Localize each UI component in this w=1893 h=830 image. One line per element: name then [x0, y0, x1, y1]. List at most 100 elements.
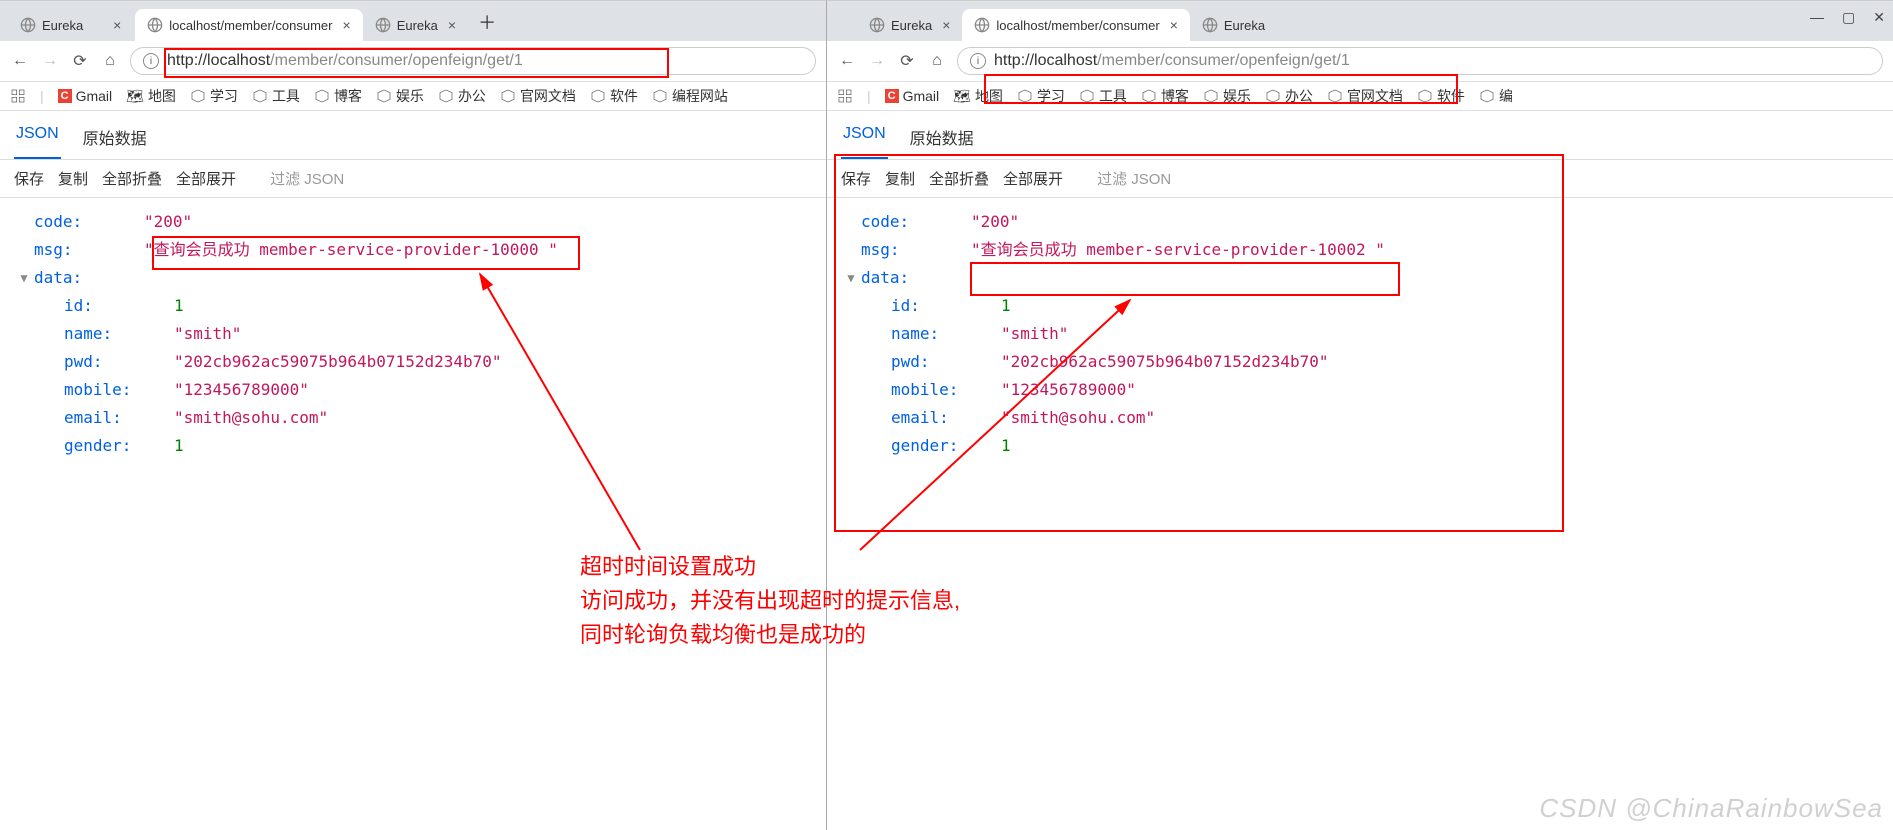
val-gender: 1	[1001, 432, 1011, 460]
toggle-icon[interactable]: ▼	[841, 264, 861, 292]
tab-eureka-2[interactable]: Eureka ×	[363, 9, 468, 41]
bm-tool[interactable]: 工具	[1079, 86, 1127, 106]
btn-collapse[interactable]: 全部折叠	[929, 168, 989, 189]
json-tab-raw[interactable]: 原始数据	[81, 119, 149, 159]
browser-left: Eureka × localhost/member/consumer × Eur…	[0, 0, 826, 830]
home-button[interactable]: ⌂	[927, 51, 947, 71]
toggle-icon[interactable]: ▼	[14, 264, 34, 292]
bm-map[interactable]: 🗺地图	[953, 86, 1003, 106]
home-button[interactable]: ⌂	[100, 51, 120, 71]
filter-input[interactable]: 过滤 JSON	[1097, 168, 1171, 189]
val-msg: "查询会员成功 member-service-provider-10002 "	[971, 236, 1385, 264]
btn-copy[interactable]: 复制	[58, 168, 88, 189]
key-pwd: pwd:	[64, 348, 174, 376]
globe-icon	[375, 17, 391, 33]
bm-gmail[interactable]: CGmail	[58, 88, 113, 104]
maximize-icon[interactable]: ▢	[1842, 9, 1855, 26]
bm-tool[interactable]: 工具	[252, 86, 300, 106]
close-icon[interactable]: ×	[942, 17, 950, 33]
info-icon[interactable]: i	[143, 53, 159, 69]
json-tab-raw[interactable]: 原始数据	[908, 119, 976, 159]
key-id: id:	[64, 292, 174, 320]
url-bar[interactable]: i http://localhost/member/consumer/openf…	[957, 47, 1883, 75]
key-email: email:	[891, 404, 1001, 432]
browser-right: — ▢ ✕ Eureka × localhost/member/consumer…	[826, 0, 1893, 830]
globe-icon	[869, 17, 885, 33]
apps-icon[interactable]	[837, 88, 853, 104]
info-icon[interactable]: i	[970, 53, 986, 69]
tab-eureka-2[interactable]: Eureka	[1190, 9, 1277, 41]
address-row: ← → ⟳ ⌂ i http://localhost/member/consum…	[0, 41, 826, 82]
annotation-line3: 同时轮询负载均衡也是成功的	[580, 618, 960, 652]
minimize-icon[interactable]: —	[1810, 9, 1824, 26]
key-email: email:	[64, 404, 174, 432]
bm-gmail[interactable]: CGmail	[885, 88, 940, 104]
key-pwd: pwd:	[891, 348, 1001, 376]
back-button[interactable]: ←	[10, 51, 30, 71]
tab-localhost[interactable]: localhost/member/consumer ×	[962, 9, 1189, 41]
tab-eureka-1-hidden[interactable]: ×	[95, 9, 135, 41]
val-mobile: "123456789000"	[174, 376, 309, 404]
tabstrip: Eureka × localhost/member/consumer × Eur…	[0, 1, 826, 41]
globe-icon	[1202, 17, 1218, 33]
filter-input[interactable]: 过滤 JSON	[270, 168, 344, 189]
close-icon[interactable]: ×	[113, 17, 121, 33]
close-icon[interactable]: ✕	[1873, 9, 1885, 26]
window-controls: — ▢ ✕	[1810, 9, 1885, 26]
bm-doc[interactable]: 官网文档	[500, 86, 576, 106]
close-icon[interactable]: ×	[448, 17, 456, 33]
bm-study[interactable]: 学习	[190, 86, 238, 106]
btn-expand[interactable]: 全部展开	[176, 168, 236, 189]
val-pwd: "202cb962ac59075b964b07152d234b70"	[174, 348, 502, 376]
url-path: /member/consumer/openfeign/get/1	[1097, 52, 1350, 69]
btn-save[interactable]: 保存	[841, 168, 871, 189]
val-mobile: "123456789000"	[1001, 376, 1136, 404]
globe-icon	[20, 17, 36, 33]
globe-icon	[974, 17, 990, 33]
btn-save[interactable]: 保存	[14, 168, 44, 189]
bm-ent[interactable]: 娱乐	[1203, 86, 1251, 106]
bookmarks-bar: | CGmail 🗺地图 学习 工具 博客 娱乐 办公 官网文档 软件 编程网站	[0, 82, 826, 111]
bm-blog[interactable]: 博客	[314, 86, 362, 106]
json-tab-json[interactable]: JSON	[841, 119, 888, 159]
watermark: CSDN @ChinaRainbowSea	[1539, 793, 1883, 824]
bm-ent[interactable]: 娱乐	[376, 86, 424, 106]
bm-office[interactable]: 办公	[438, 86, 486, 106]
val-name: "smith"	[1001, 320, 1068, 348]
bm-code[interactable]: 编	[1479, 86, 1513, 106]
separator: |	[40, 88, 44, 104]
tab-label: localhost/member/consumer	[169, 18, 332, 33]
reload-button[interactable]: ⟳	[70, 51, 90, 71]
bm-blog[interactable]: 博客	[1141, 86, 1189, 106]
val-pwd: "202cb962ac59075b964b07152d234b70"	[1001, 348, 1329, 376]
key-data: data:	[34, 264, 144, 292]
tab-localhost[interactable]: localhost/member/consumer ×	[135, 9, 362, 41]
url-bar[interactable]: i http://localhost/member/consumer/openf…	[130, 47, 816, 75]
json-tab-json[interactable]: JSON	[14, 119, 61, 159]
bookmarks-bar: | CGmail 🗺地图 学习 工具 博客 娱乐 办公 官网文档 软件 编	[827, 82, 1893, 111]
tab-eureka-1[interactable]: Eureka	[8, 9, 95, 41]
key-data: data:	[861, 264, 971, 292]
json-view-tabs: JSON 原始数据	[827, 111, 1893, 160]
btn-expand[interactable]: 全部展开	[1003, 168, 1063, 189]
btn-copy[interactable]: 复制	[885, 168, 915, 189]
bm-doc[interactable]: 官网文档	[1327, 86, 1403, 106]
bm-soft[interactable]: 软件	[1417, 86, 1465, 106]
btn-collapse[interactable]: 全部折叠	[102, 168, 162, 189]
new-tab-button[interactable]: ＋	[468, 3, 506, 41]
bm-soft[interactable]: 软件	[590, 86, 638, 106]
tab-eureka-1[interactable]: Eureka ×	[857, 9, 962, 41]
bm-map[interactable]: 🗺地图	[126, 86, 176, 106]
reload-button[interactable]: ⟳	[897, 51, 917, 71]
close-icon[interactable]: ×	[343, 17, 351, 33]
close-icon[interactable]: ×	[1170, 17, 1178, 33]
forward-button[interactable]: →	[40, 51, 60, 71]
tabstrip: Eureka × localhost/member/consumer × Eur…	[827, 1, 1893, 41]
forward-button[interactable]: →	[867, 51, 887, 71]
bm-code[interactable]: 编程网站	[652, 86, 728, 106]
val-email: "smith@sohu.com"	[174, 404, 328, 432]
back-button[interactable]: ←	[837, 51, 857, 71]
bm-study[interactable]: 学习	[1017, 86, 1065, 106]
bm-office[interactable]: 办公	[1265, 86, 1313, 106]
apps-icon[interactable]	[10, 88, 26, 104]
